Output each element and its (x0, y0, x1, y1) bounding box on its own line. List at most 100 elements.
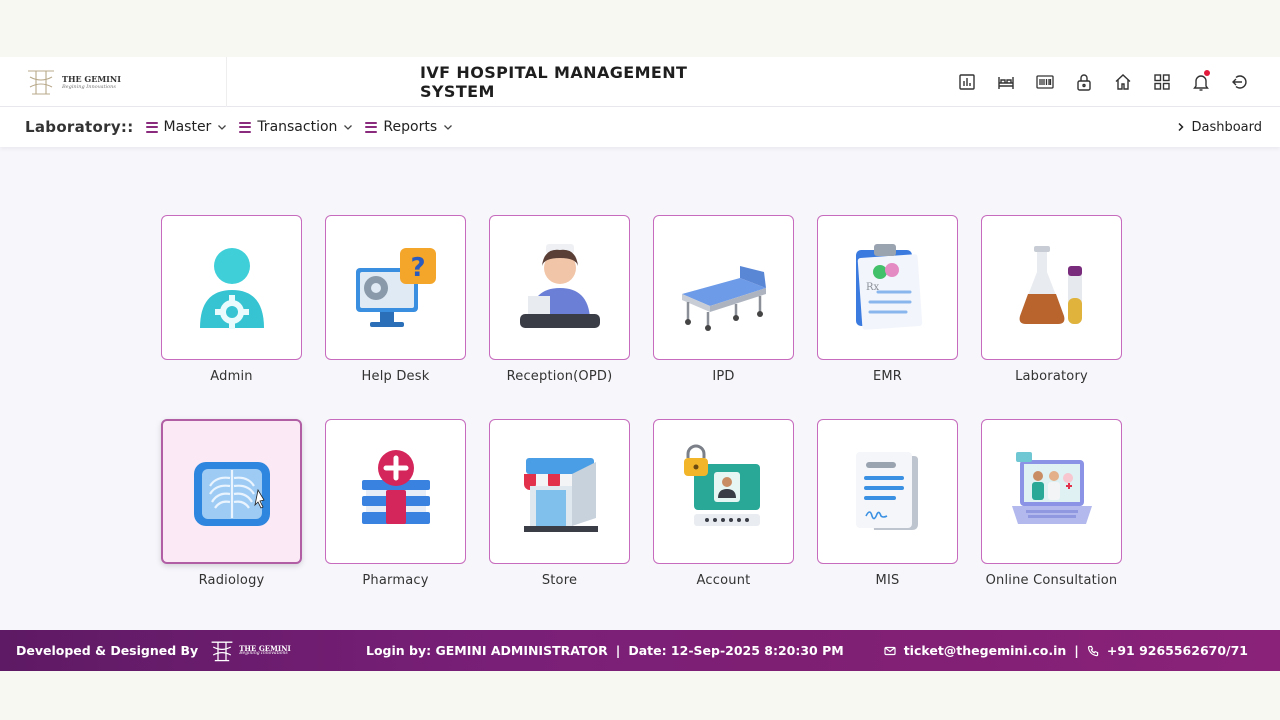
store-icon (523, 457, 598, 532)
report-document-icon (855, 451, 918, 530)
tile-radiology[interactable]: Radiology (161, 419, 302, 588)
account-icon (683, 444, 760, 526)
tile-store-label: Store (541, 573, 578, 588)
tile-laboratory-box[interactable] (981, 215, 1122, 360)
menu-hamburger-icon (365, 121, 378, 133)
lock-icon[interactable] (1074, 72, 1094, 92)
tile-admin[interactable]: Admin (161, 215, 302, 384)
pharmacy-icon (361, 449, 430, 524)
tile-online-consultation-label: Online Consultation (985, 573, 1118, 588)
menu-transaction-label: Transaction (257, 119, 338, 135)
hospital-bed-icon (681, 265, 766, 331)
tile-emr[interactable]: Rx EMR (817, 215, 958, 384)
tile-mis[interactable]: MIS (817, 419, 958, 588)
tile-pharmacy-box[interactable] (325, 419, 466, 564)
bar-chart-icon[interactable] (957, 72, 977, 92)
app-title: IVF HOSPITAL MANAGEMENT SYSTEM (420, 63, 688, 101)
barcode-icon[interactable] (1035, 72, 1055, 92)
admin-icon (199, 247, 264, 329)
bed-icon[interactable] (996, 72, 1016, 92)
home-icon[interactable] (1113, 72, 1133, 92)
tile-help-desk-box[interactable]: ? (325, 215, 466, 360)
menu-hamburger-icon (239, 121, 252, 133)
menu-hamburger-icon (145, 121, 158, 133)
tile-reception-label: Reception(OPD) (506, 369, 613, 384)
date-text: Date: 12-Sep-2025 8:20:30 PM (628, 643, 844, 658)
tile-pharmacy[interactable]: Pharmacy (325, 419, 466, 588)
logo-text: THE GEMINI Begining Innovations (62, 75, 121, 90)
tile-admin-box[interactable] (161, 215, 302, 360)
chevron-down-icon (444, 125, 453, 130)
developer-credit: Developed & Designed By THE GEMINI Begin… (16, 639, 291, 663)
menu-master-label: Master (163, 119, 212, 135)
laptop-consult-icon (1011, 451, 1092, 524)
tile-ipd-box[interactable] (653, 215, 794, 360)
xray-icon (193, 461, 270, 526)
chevron-right-icon (1178, 122, 1185, 132)
logout-icon[interactable] (1230, 72, 1250, 92)
tile-store-box[interactable] (489, 419, 630, 564)
tile-mis-label: MIS (875, 573, 900, 588)
chevron-down-icon (218, 125, 227, 130)
svg-text:?: ? (410, 253, 425, 283)
tile-admin-label: Admin (210, 369, 253, 384)
menu-reports[interactable]: Reports (365, 119, 453, 135)
tile-mis-box[interactable] (817, 419, 958, 564)
footer-separator: | (615, 643, 621, 658)
notification-dot (1204, 70, 1210, 76)
chevron-down-icon (344, 125, 353, 130)
tile-help-desk-label: Help Desk (361, 369, 430, 384)
developed-by-text: Developed & Designed By (16, 643, 199, 658)
tile-emr-box[interactable]: Rx (817, 215, 958, 360)
support-email[interactable]: ticket@thegemini.co.in (904, 643, 1067, 658)
footer-logo-text: THE GEMINI Begining Innovations (239, 645, 291, 657)
gemini-logo-icon (28, 70, 54, 95)
header-toolbar (957, 57, 1250, 107)
mail-icon (884, 646, 896, 655)
tile-ipd[interactable]: IPD (653, 215, 794, 384)
tile-online-consultation-box[interactable] (981, 419, 1122, 564)
tile-laboratory[interactable]: Laboratory (981, 215, 1122, 384)
tile-store[interactable]: Store (489, 419, 630, 588)
tile-account-label: Account (696, 573, 751, 588)
phone-icon (1087, 645, 1099, 656)
support-phone[interactable]: +91 9265562670/71 (1107, 643, 1248, 658)
tile-pharmacy-label: Pharmacy (362, 573, 429, 588)
tile-help-desk[interactable]: ? Help Desk (325, 215, 466, 384)
bell-icon[interactable] (1191, 70, 1211, 92)
tile-account-box[interactable] (653, 419, 794, 564)
menu-transaction[interactable]: Transaction (239, 119, 353, 135)
tile-reception[interactable]: Reception(OPD) (489, 215, 630, 384)
session-info: Login by: GEMINI ADMINISTRATOR | Date: 1… (366, 643, 844, 658)
tile-radiology-label: Radiology (198, 573, 265, 588)
footer-bar: Developed & Designed By THE GEMINI Begin… (0, 630, 1280, 671)
menu-reports-label: Reports (383, 119, 438, 135)
logo-name: THE GEMINI (62, 73, 121, 84)
app-window: THE GEMINI Begining Innovations IVF HOSP… (0, 57, 1280, 671)
help-desk-icon: ? (355, 247, 436, 327)
tile-radiology-box[interactable] (161, 419, 302, 564)
dashboard-link[interactable]: Dashboard (1177, 107, 1262, 147)
reception-icon (519, 243, 600, 328)
grid-icon[interactable] (1152, 72, 1172, 92)
footer-separator: | (1074, 643, 1079, 658)
tile-online-consultation[interactable]: Online Consultation (981, 419, 1122, 588)
gemini-logo-icon (211, 641, 233, 661)
contact-info: ticket@thegemini.co.in | +91 9265562670/… (884, 643, 1248, 658)
logo-tagline: Begining Innovations (62, 83, 116, 90)
menu-master[interactable]: Master (145, 119, 228, 135)
clipboard-icon: Rx (855, 243, 922, 330)
top-header: THE GEMINI Begining Innovations IVF HOSP… (0, 57, 1280, 107)
logo-divider (226, 57, 227, 107)
footer-logo[interactable]: THE GEMINI Begining Innovations (208, 639, 291, 663)
tile-account[interactable]: Account (653, 419, 794, 588)
module-label: Laboratory:: (25, 118, 134, 136)
company-logo[interactable]: THE GEMINI Begining Innovations (24, 66, 224, 98)
tile-laboratory-label: Laboratory (1015, 369, 1088, 384)
flask-icon (1019, 245, 1082, 324)
dashboard-label: Dashboard (1191, 119, 1262, 135)
tile-reception-box[interactable] (489, 215, 630, 360)
tile-ipd-label: IPD (712, 369, 735, 384)
menu-bar: Laboratory:: Master Transaction Reports … (0, 107, 1280, 147)
login-text: Login by: GEMINI ADMINISTRATOR (366, 643, 608, 658)
